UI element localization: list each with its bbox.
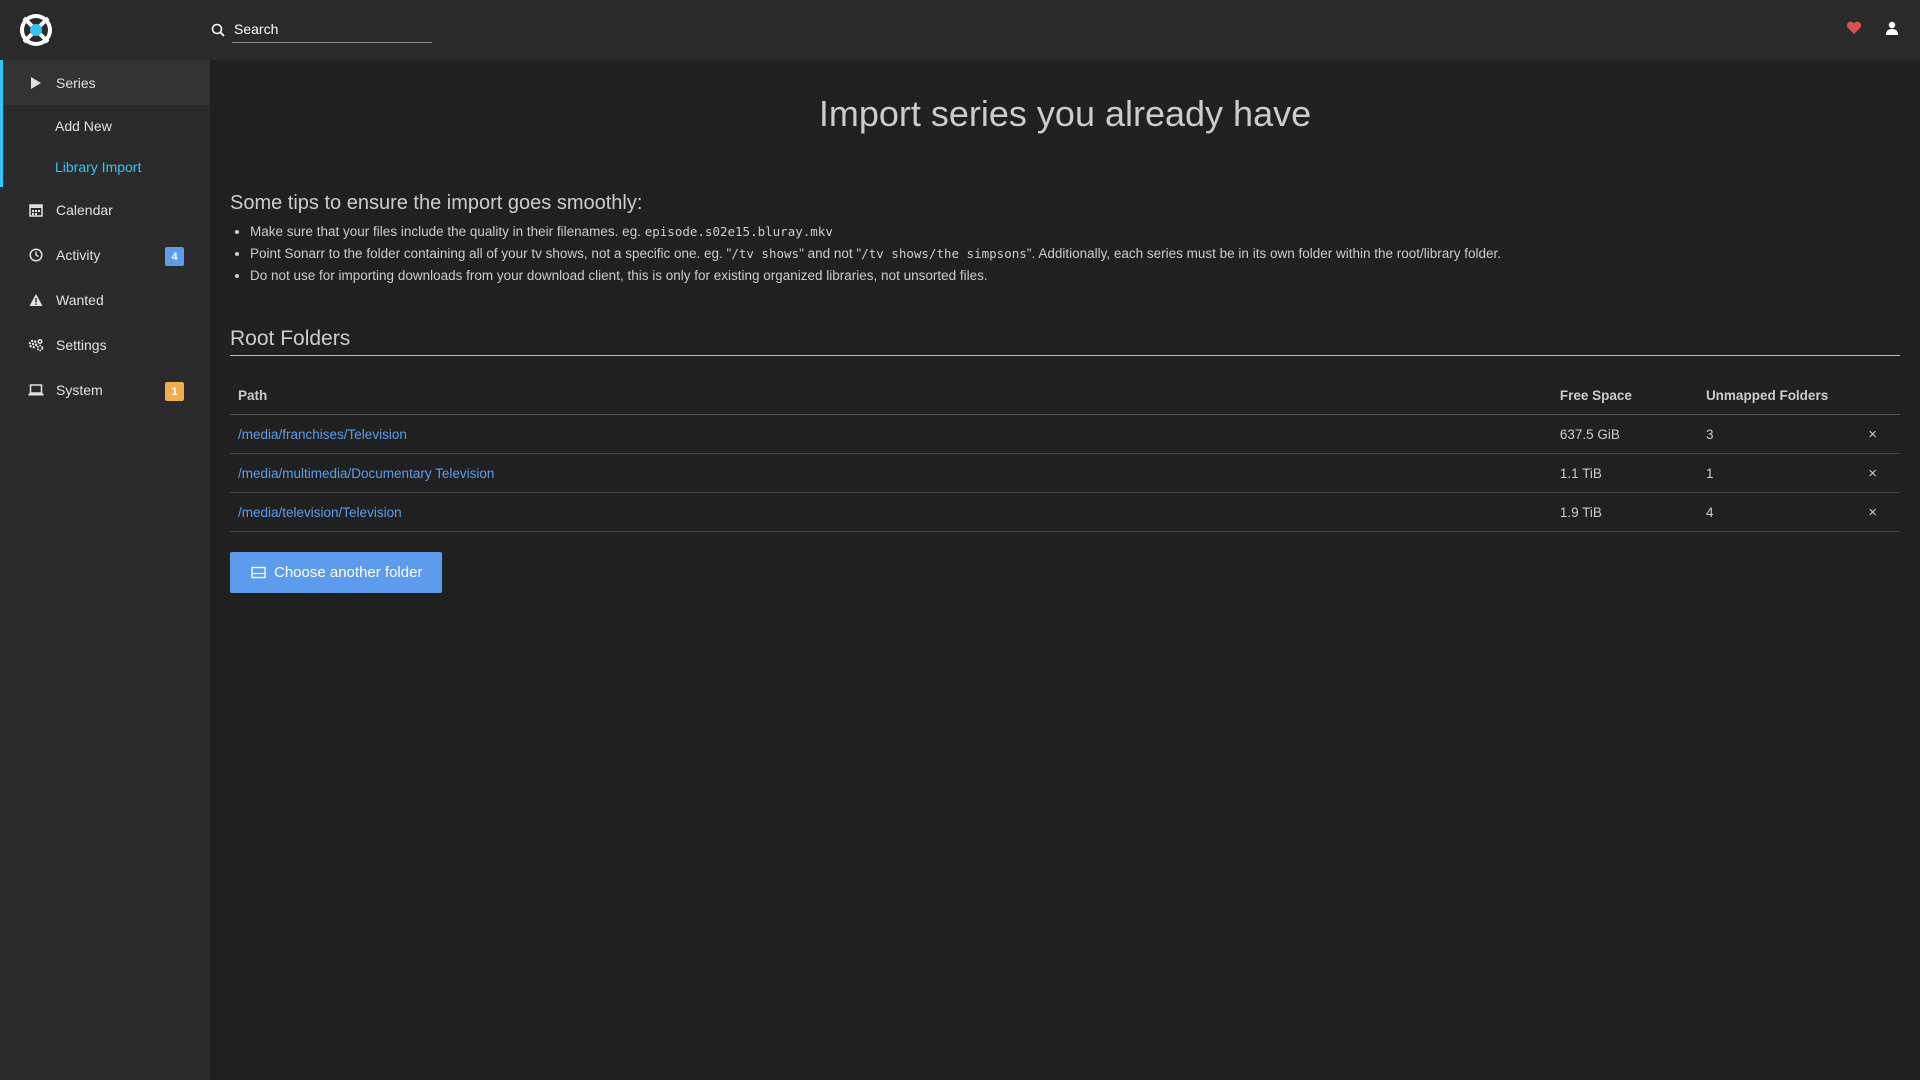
unmapped-cell: 3 (1697, 414, 1846, 454)
sidebar: Series Add New Library Import Calendar A… (0, 60, 210, 1080)
sidebar-item-label: Activity (56, 246, 101, 263)
calendar-icon (28, 202, 44, 218)
path-column-header: Path (230, 376, 1552, 415)
table-header-row: Path Free Space Unmapped Folders (230, 376, 1900, 415)
remove-folder-button[interactable]: × (1845, 414, 1900, 454)
root-folder-link[interactable]: /media/franchises/Television (238, 427, 407, 442)
system-count-badge: 1 (165, 382, 184, 401)
activity-count-badge: 4 (165, 247, 184, 266)
sidebar-item-activity[interactable]: Activity 4 (0, 232, 210, 277)
path-cell: /media/franchises/Television (230, 414, 1552, 454)
free-space-cell: 1.9 TiB (1551, 492, 1698, 532)
sidebar-item-label: System (56, 381, 103, 398)
hdd-icon (250, 565, 266, 581)
sidebar-item-label: Series (56, 74, 96, 91)
sidebar-item-wanted[interactable]: Wanted (0, 277, 210, 322)
tip-item: Do not use for importing downloads from … (250, 265, 1900, 287)
cogs-icon (28, 337, 44, 353)
tip-text: Point Sonarr to the folder containing al… (250, 246, 732, 261)
tip-text: " and not " (799, 246, 862, 261)
table-row: /media/television/Television 1.9 TiB 4 × (230, 492, 1900, 532)
top-header (0, 0, 1920, 60)
unmapped-cell: 1 (1697, 453, 1846, 493)
sidebar-item-calendar[interactable]: Calendar (0, 187, 210, 232)
tips-title: Some tips to ensure the import goes smoo… (230, 192, 643, 214)
root-folders-table: Path Free Space Unmapped Folders /media/… (230, 376, 1900, 532)
tip-item: Point Sonarr to the folder containing al… (250, 243, 1900, 265)
table-row: /media/multimedia/Documentary Television… (230, 453, 1900, 493)
free-space-column-header: Free Space (1551, 376, 1698, 415)
sidebar-subitem-label: Library Import (55, 158, 142, 175)
choose-button-label: Choose another folder (274, 564, 423, 581)
tip-code: /tv shows/the simpsons (861, 246, 1027, 261)
clock-icon (28, 247, 44, 263)
laptop-icon (28, 382, 44, 398)
search-bar (208, 16, 432, 43)
sidebar-item-system[interactable]: System 1 (0, 367, 210, 412)
table-row: /media/franchises/Television 637.5 GiB 3… (230, 414, 1900, 454)
main-content: Import series you already have Some tips… (230, 60, 1900, 593)
tip-item: Make sure that your files include the qu… (250, 221, 1900, 243)
free-space-cell: 1.1 TiB (1551, 453, 1698, 493)
root-folders-title: Root Folders (230, 327, 1900, 356)
heart-icon[interactable] (1844, 18, 1864, 38)
tip-text: ". Additionally, each series must be in … (1026, 246, 1502, 261)
sidebar-item-label: Calendar (56, 201, 113, 218)
sidebar-item-settings[interactable]: Settings (0, 322, 210, 367)
warning-icon (28, 292, 44, 308)
path-cell: /media/multimedia/Documentary Television (230, 453, 1552, 493)
remove-folder-button[interactable]: × (1845, 453, 1900, 493)
tip-text: Do not use for importing downloads from … (250, 268, 988, 283)
unmapped-folders-column-header: Unmapped Folders (1697, 376, 1846, 415)
logo[interactable] (0, 0, 72, 60)
root-folder-link[interactable]: /media/television/Television (238, 505, 402, 520)
series-submenu: Add New Library Import (0, 105, 210, 187)
path-cell: /media/television/Television (230, 492, 1552, 532)
play-icon (28, 75, 44, 91)
sidebar-item-series[interactable]: Series (0, 60, 210, 105)
free-space-cell: 637.5 GiB (1551, 414, 1698, 454)
remove-folder-button[interactable]: × (1845, 492, 1900, 532)
page-title: Import series you already have (818, 93, 1312, 134)
user-icon[interactable] (1882, 18, 1902, 38)
actions-column-header (1845, 376, 1900, 415)
tip-text: Make sure that your files include the qu… (250, 224, 645, 239)
sidebar-subitem-add-new[interactable]: Add New (3, 105, 210, 146)
unmapped-cell: 4 (1697, 492, 1846, 532)
search-icon (208, 20, 228, 40)
sidebar-subitem-label: Add New (55, 117, 112, 134)
tip-code: episode.s02e15.bluray.mkv (644, 224, 833, 239)
sonarr-logo-icon (20, 14, 52, 46)
sidebar-item-label: Wanted (56, 291, 104, 308)
root-folder-link[interactable]: /media/multimedia/Documentary Television (238, 466, 494, 481)
sidebar-subitem-library-import[interactable]: Library Import (3, 146, 210, 187)
tip-code: /tv shows (731, 246, 800, 261)
tips-list: Make sure that your files include the qu… (230, 221, 1900, 287)
sidebar-item-label: Settings (56, 336, 107, 353)
choose-another-folder-button[interactable]: Choose another folder (230, 552, 443, 593)
search-input[interactable] (232, 16, 432, 43)
